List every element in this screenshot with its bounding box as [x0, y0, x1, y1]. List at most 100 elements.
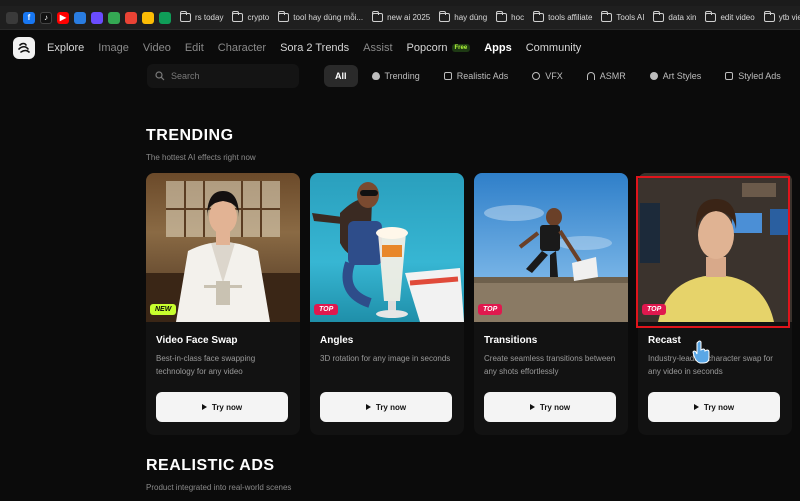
folder-icon — [533, 11, 545, 22]
facebook-icon[interactable]: f — [23, 11, 35, 24]
headphones-icon — [586, 72, 595, 80]
try-now-label: Try now — [375, 402, 407, 412]
recast-image — [638, 173, 792, 322]
bookmark-label: edit video — [720, 13, 755, 22]
hand-cursor-icon — [692, 340, 710, 364]
sheets-icon[interactable] — [159, 11, 171, 24]
filter-trending[interactable]: Trending — [362, 65, 430, 87]
folder-icon — [653, 11, 665, 22]
styled-ads-icon — [725, 72, 734, 80]
filter-chips: All Trending Realistic Ads VFX ASMR Art … — [324, 64, 791, 88]
filter-realistic-ads[interactable]: Realistic Ads — [434, 65, 519, 87]
bookmark-new-ai[interactable]: new ai 2025 — [372, 11, 431, 22]
section-subtitle-trending: The hottest AI effects right now — [146, 153, 256, 162]
nav-character[interactable]: Character — [218, 42, 266, 54]
new-badge: NEW — [150, 304, 177, 315]
chrome-icon[interactable] — [142, 11, 154, 24]
bookmark-data-xin[interactable]: data xin — [653, 11, 697, 22]
try-now-button[interactable]: Try now — [320, 392, 452, 422]
flame-icon — [371, 72, 380, 80]
bookmark-tool-hay-dung[interactable]: tool hay dùng mỗi... — [278, 11, 363, 22]
filter-label: ASMR — [599, 71, 626, 81]
effect-card-angles[interactable]: TOP Angles 3D rotation for any image in … — [310, 173, 464, 435]
try-now-label: Try now — [211, 402, 243, 412]
tiktok-icon[interactable]: ♪ — [40, 11, 52, 24]
bookmark-edit-video[interactable]: edit video — [705, 11, 755, 22]
filter-all[interactable]: All — [324, 65, 358, 87]
filter-vfx[interactable]: VFX — [522, 65, 573, 87]
section-subtitle-realistic-ads: Product integrated into real-world scene… — [146, 483, 292, 492]
bookmark-label: hoc — [511, 13, 525, 22]
nav-explore[interactable]: Explore — [47, 42, 84, 54]
card-description: Create seamless transitions between any … — [484, 354, 616, 376]
bookmark-icon-1[interactable] — [74, 11, 86, 24]
card-description: Industry-leading character swap for any … — [648, 354, 773, 376]
ads-icon — [443, 72, 452, 80]
play-icon — [201, 404, 207, 410]
filter-label: Art Styles — [662, 71, 702, 81]
nav-assist[interactable]: Assist — [363, 42, 392, 54]
search-icon — [155, 71, 165, 81]
top-nav: Explore Image Video Edit Character Sora … — [0, 30, 800, 66]
card-title: Video Face Swap — [156, 335, 238, 346]
transitions-image — [474, 205, 628, 322]
bookmark-label: hay dùng — [454, 13, 488, 22]
bookmark-tools-affiliate[interactable]: tools affiliate — [533, 11, 592, 22]
bookmarks-menu-icon[interactable] — [6, 11, 18, 24]
filter-asmr[interactable]: ASMR — [577, 65, 636, 87]
palette-icon — [649, 72, 658, 80]
try-now-button[interactable]: Try now — [648, 392, 780, 422]
card-thumbnail: TOP — [638, 173, 792, 322]
bookmark-label: ytb view — [778, 13, 800, 22]
effect-card-recast[interactable]: TOP Recast Industry-leading character sw… — [638, 173, 792, 435]
folder-icon — [763, 11, 775, 22]
nav-video[interactable]: Video — [143, 42, 171, 54]
effect-card-video-face-swap[interactable]: NEW Video Face Swap Best-in-class face s… — [146, 173, 300, 435]
bookmark-ytb-view[interactable]: ytb view — [763, 11, 800, 22]
top-badge: TOP — [478, 304, 503, 315]
nav-image[interactable]: Image — [98, 42, 129, 54]
play-icon — [693, 404, 699, 410]
card-thumbnail: TOP — [310, 173, 464, 322]
nav-community[interactable]: Community — [526, 42, 582, 54]
nav-sora-2-trends[interactable]: Sora 2 Trends — [280, 42, 349, 54]
effect-card-transitions[interactable]: TOP Transitions Create seamless transiti… — [474, 173, 628, 435]
logo-icon — [18, 42, 30, 53]
bookmark-rs-today[interactable]: rs today — [180, 11, 223, 22]
filter-styled-ads[interactable]: Styled Ads — [715, 65, 791, 87]
bookmark-crypto[interactable]: crypto — [232, 11, 269, 22]
nav-edit[interactable]: Edit — [185, 42, 204, 54]
discord-icon[interactable] — [91, 11, 103, 24]
card-description: Best-in-class face swapping technology f… — [156, 354, 256, 376]
youtube-icon[interactable]: ▶ — [57, 11, 69, 24]
app-logo[interactable] — [13, 37, 35, 59]
drive-icon[interactable] — [108, 11, 120, 24]
card-thumbnail: TOP — [474, 173, 628, 322]
bookmark-label: new ai 2025 — [387, 13, 431, 22]
card-title: Recast — [648, 335, 681, 346]
face-swap-image — [146, 181, 300, 322]
try-now-label: Try now — [703, 402, 735, 412]
nav-apps[interactable]: Apps — [484, 42, 512, 54]
folder-icon — [439, 11, 451, 22]
nav-popcorn[interactable]: Popcorn Free — [407, 42, 471, 54]
top-badge: TOP — [642, 304, 667, 315]
card-title: Angles — [320, 335, 354, 346]
card-description: 3D rotation for any image in seconds — [320, 354, 451, 363]
bookmark-label: data xin — [668, 13, 697, 22]
bookmark-hoc[interactable]: hoc — [496, 11, 525, 22]
search-input[interactable]: Search — [147, 64, 299, 88]
gmail-icon[interactable] — [125, 11, 137, 24]
filter-art-styles[interactable]: Art Styles — [640, 65, 712, 87]
try-now-button[interactable]: Try now — [484, 392, 616, 422]
angles-image — [312, 182, 464, 322]
bookmark-hay-dung[interactable]: hay dùng — [439, 11, 488, 22]
bookmark-tools-ai[interactable]: Tools AI — [601, 11, 644, 22]
filter-label: Realistic Ads — [456, 71, 509, 81]
filter-label: VFX — [545, 71, 563, 81]
section-title-realistic-ads: REALISTIC ADS — [146, 457, 275, 474]
folder-icon — [278, 11, 290, 22]
nav-popcorn-label: Popcorn — [406, 42, 448, 54]
folder-icon — [705, 11, 717, 22]
try-now-button[interactable]: Try now — [156, 392, 288, 422]
